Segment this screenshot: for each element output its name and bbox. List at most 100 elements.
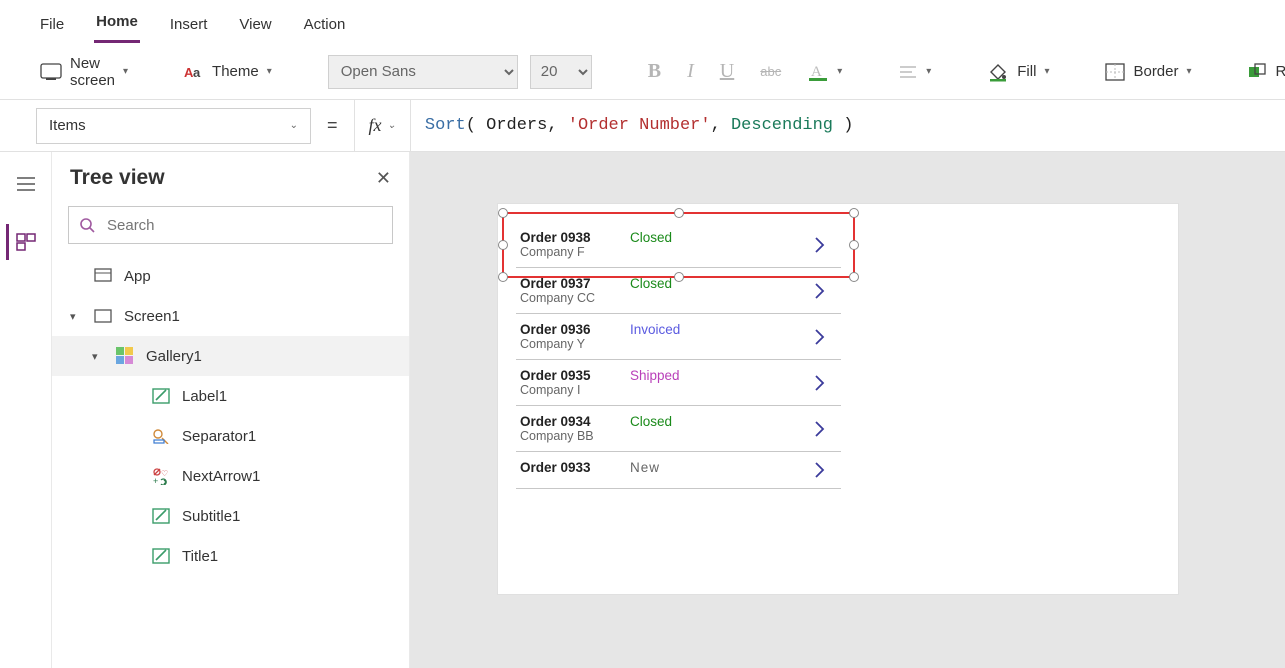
order-status: Closed	[630, 414, 813, 429]
screen-icon	[92, 309, 114, 323]
svg-text:♡: ♡	[161, 469, 168, 478]
ribbon-group-reorder: Re	[1236, 44, 1285, 99]
underline-button[interactable]: U	[720, 60, 734, 83]
order-company: Company BB	[520, 429, 630, 443]
menu-action[interactable]: Action	[302, 8, 348, 43]
chevron-right-icon[interactable]	[813, 373, 837, 393]
gallery-control[interactable]: Order 0938ClosedCompany FOrder 0937Close…	[516, 222, 841, 489]
menu-view[interactable]: View	[237, 8, 273, 43]
align-button[interactable]: ▾	[898, 64, 931, 80]
device-frame: Order 0938ClosedCompany FOrder 0937Close…	[498, 204, 1178, 594]
tree-node-label: Label1	[182, 388, 227, 405]
tree-node-label: Gallery1	[146, 348, 202, 365]
resize-handle[interactable]	[498, 240, 508, 250]
label-icon	[150, 508, 172, 524]
font-size-select[interactable]: 20	[530, 55, 592, 89]
ribbon: New screen ▾ Aa Theme ▾ Open Sans 20 B I…	[0, 44, 1285, 100]
order-status: Closed	[630, 276, 813, 291]
order-title: Order 0933	[520, 460, 630, 475]
canvas[interactable]: Order 0938ClosedCompany FOrder 0937Close…	[410, 152, 1285, 668]
main-area: Tree view ✕ App▾Screen1▾Gallery1Label1Se…	[0, 152, 1285, 668]
order-company: Company Y	[520, 337, 630, 351]
chevron-down-icon: ⌄	[290, 120, 298, 131]
label-icon	[150, 548, 172, 564]
resize-handle[interactable]	[498, 272, 508, 282]
rail-tree-view-button[interactable]	[6, 224, 42, 260]
screen-add-icon	[40, 63, 62, 81]
order-title: Order 0936	[520, 322, 630, 337]
gallery-item[interactable]: Order 0936InvoicedCompany Y	[516, 314, 841, 360]
chevron-down-icon: ▾	[1187, 66, 1192, 77]
property-value: Items	[49, 117, 86, 134]
font-color-button[interactable]: A ▾	[807, 61, 842, 83]
tree-node-app[interactable]: App	[52, 256, 409, 296]
nextarrow-icon: ♡+	[150, 467, 172, 485]
formula-token: 'Order Number'	[568, 116, 711, 135]
tree-node-label: Subtitle1	[182, 508, 240, 525]
menu-insert[interactable]: Insert	[168, 8, 210, 43]
tree-node-screen1[interactable]: ▾Screen1	[52, 296, 409, 336]
chevron-down-icon: ⌄	[388, 120, 396, 131]
resize-handle[interactable]	[849, 272, 859, 282]
chevron-right-icon[interactable]	[813, 460, 837, 480]
tree-node-label: App	[124, 268, 151, 285]
order-status: Invoiced	[630, 322, 813, 337]
border-button[interactable]: Border ▾	[1105, 63, 1191, 81]
fill-button[interactable]: Fill ▾	[987, 62, 1049, 82]
expand-arrow-icon[interactable]: ▾	[70, 310, 82, 323]
theme-icon: Aa	[184, 64, 204, 80]
app-icon	[92, 268, 114, 284]
order-title: Order 0937	[520, 276, 630, 291]
new-screen-label: New screen	[70, 55, 115, 89]
tree-node-subtitle1[interactable]: Subtitle1	[52, 496, 409, 536]
tree-node-label: Title1	[182, 548, 218, 565]
svg-text:+: +	[153, 476, 158, 485]
menu-home[interactable]: Home	[94, 5, 140, 43]
fx-button[interactable]: fx ⌄	[354, 100, 410, 151]
border-label: Border	[1133, 63, 1178, 80]
tree-node-separator1[interactable]: Separator1	[52, 416, 409, 456]
chevron-right-icon[interactable]	[813, 235, 837, 255]
tree-node-gallery1[interactable]: ▾ Gallery1	[52, 336, 409, 376]
tree-node-label1[interactable]: Label1	[52, 376, 409, 416]
italic-button[interactable]: I	[687, 60, 694, 83]
chevron-right-icon[interactable]	[813, 419, 837, 439]
chevron-right-icon[interactable]	[813, 281, 837, 301]
rail-hamburger-button[interactable]	[8, 166, 44, 202]
tree-node-title1[interactable]: Title1	[52, 536, 409, 576]
font-name-select[interactable]: Open Sans	[328, 55, 518, 89]
order-status: New	[630, 460, 813, 475]
chevron-down-icon: ▾	[837, 66, 842, 77]
resize-handle[interactable]	[849, 240, 859, 250]
strikethrough-button[interactable]: abc	[760, 64, 781, 79]
formula-token: ,	[711, 116, 731, 135]
tree-node-nextarrow1[interactable]: ♡+NextArrow1	[52, 456, 409, 496]
new-screen-button[interactable]: New screen ▾	[40, 55, 128, 89]
order-company: Company F	[520, 245, 630, 259]
gallery-item[interactable]: Order 0933New	[516, 452, 841, 489]
resize-handle[interactable]	[674, 208, 684, 218]
tree-node-label: Separator1	[182, 428, 256, 445]
bold-button[interactable]: B	[648, 60, 661, 83]
expand-arrow-icon[interactable]: ▾	[92, 350, 104, 363]
formula-token: ( Orders,	[466, 116, 568, 135]
search-input[interactable]	[105, 216, 382, 235]
formula-input[interactable]: Sort( Orders, 'Order Number', Descending…	[410, 100, 1285, 151]
reorder-button[interactable]: Re	[1248, 63, 1285, 81]
gallery-item[interactable]: Order 0934ClosedCompany BB	[516, 406, 841, 452]
close-icon[interactable]: ✕	[376, 168, 391, 189]
tree-nodes: App▾Screen1▾Gallery1Label1Separator1♡+Ne…	[52, 256, 409, 668]
gallery-item[interactable]: Order 0935ShippedCompany I	[516, 360, 841, 406]
menu-file[interactable]: File	[38, 8, 66, 43]
property-select[interactable]: Items ⌄	[36, 108, 311, 144]
resize-handle[interactable]	[849, 208, 859, 218]
search-box[interactable]	[68, 206, 393, 244]
theme-button[interactable]: Aa Theme ▾	[184, 63, 272, 80]
order-title: Order 0938	[520, 230, 630, 245]
fx-label: fx	[369, 115, 382, 136]
gallery-item[interactable]: Order 0937ClosedCompany CC	[516, 268, 841, 314]
resize-handle[interactable]	[498, 208, 508, 218]
gallery-item[interactable]: Order 0938ClosedCompany F	[516, 222, 841, 268]
chevron-right-icon[interactable]	[813, 327, 837, 347]
equals-label: =	[311, 115, 354, 136]
